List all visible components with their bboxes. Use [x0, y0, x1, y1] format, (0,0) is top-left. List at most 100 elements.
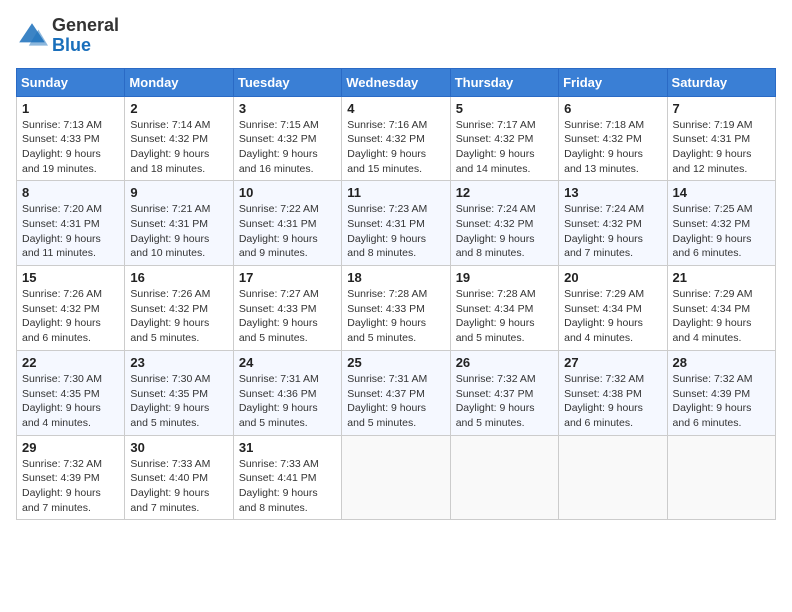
daylight: Daylight: 9 hours and 16 minutes. [239, 148, 318, 175]
sunset: Sunset: 4:35 PM [22, 388, 100, 400]
day-cell: 16 Sunrise: 7:26 AM Sunset: 4:32 PM Dayl… [125, 266, 233, 351]
day-info: Sunrise: 7:18 AM Sunset: 4:32 PM Dayligh… [564, 118, 661, 177]
day-info: Sunrise: 7:28 AM Sunset: 4:33 PM Dayligh… [347, 287, 444, 346]
day-number: 11 [347, 185, 444, 200]
sunrise: Sunrise: 7:17 AM [456, 119, 536, 131]
week-row-3: 15 Sunrise: 7:26 AM Sunset: 4:32 PM Dayl… [17, 266, 776, 351]
sunset: Sunset: 4:32 PM [22, 303, 100, 315]
daylight: Daylight: 9 hours and 6 minutes. [673, 402, 752, 429]
day-number: 27 [564, 355, 661, 370]
sunset: Sunset: 4:31 PM [673, 133, 751, 145]
daylight: Daylight: 9 hours and 5 minutes. [130, 402, 209, 429]
day-number: 13 [564, 185, 661, 200]
day-cell: 4 Sunrise: 7:16 AM Sunset: 4:32 PM Dayli… [342, 96, 450, 181]
sunset: Sunset: 4:38 PM [564, 388, 642, 400]
sunrise: Sunrise: 7:32 AM [22, 458, 102, 470]
sunset: Sunset: 4:31 PM [239, 218, 317, 230]
day-cell: 31 Sunrise: 7:33 AM Sunset: 4:41 PM Dayl… [233, 435, 341, 520]
header-sunday: Sunday [17, 68, 125, 96]
day-cell: 27 Sunrise: 7:32 AM Sunset: 4:38 PM Dayl… [559, 350, 667, 435]
day-cell: 26 Sunrise: 7:32 AM Sunset: 4:37 PM Dayl… [450, 350, 558, 435]
day-info: Sunrise: 7:24 AM Sunset: 4:32 PM Dayligh… [456, 202, 553, 261]
sunrise: Sunrise: 7:18 AM [564, 119, 644, 131]
sunset: Sunset: 4:33 PM [22, 133, 100, 145]
sunset: Sunset: 4:34 PM [456, 303, 534, 315]
daylight: Daylight: 9 hours and 5 minutes. [130, 317, 209, 344]
sunrise: Sunrise: 7:32 AM [673, 373, 753, 385]
day-cell: 13 Sunrise: 7:24 AM Sunset: 4:32 PM Dayl… [559, 181, 667, 266]
day-cell [450, 435, 558, 520]
sunset: Sunset: 4:36 PM [239, 388, 317, 400]
daylight: Daylight: 9 hours and 6 minutes. [22, 317, 101, 344]
day-info: Sunrise: 7:32 AM Sunset: 4:38 PM Dayligh… [564, 372, 661, 431]
calendar: SundayMondayTuesdayWednesdayThursdayFrid… [16, 68, 776, 521]
logo-general: General [52, 15, 119, 35]
day-number: 2 [130, 101, 227, 116]
day-number: 28 [673, 355, 770, 370]
sunset: Sunset: 4:32 PM [130, 303, 208, 315]
day-cell: 20 Sunrise: 7:29 AM Sunset: 4:34 PM Dayl… [559, 266, 667, 351]
sunrise: Sunrise: 7:31 AM [347, 373, 427, 385]
daylight: Daylight: 9 hours and 8 minutes. [347, 233, 426, 260]
daylight: Daylight: 9 hours and 5 minutes. [347, 402, 426, 429]
day-info: Sunrise: 7:24 AM Sunset: 4:32 PM Dayligh… [564, 202, 661, 261]
day-number: 19 [456, 270, 553, 285]
sunset: Sunset: 4:37 PM [347, 388, 425, 400]
logo-blue: Blue [52, 35, 91, 55]
day-info: Sunrise: 7:32 AM Sunset: 4:37 PM Dayligh… [456, 372, 553, 431]
daylight: Daylight: 9 hours and 14 minutes. [456, 148, 535, 175]
sunrise: Sunrise: 7:29 AM [673, 288, 753, 300]
day-info: Sunrise: 7:21 AM Sunset: 4:31 PM Dayligh… [130, 202, 227, 261]
sunrise: Sunrise: 7:31 AM [239, 373, 319, 385]
sunrise: Sunrise: 7:26 AM [130, 288, 210, 300]
day-cell: 21 Sunrise: 7:29 AM Sunset: 4:34 PM Dayl… [667, 266, 775, 351]
day-info: Sunrise: 7:16 AM Sunset: 4:32 PM Dayligh… [347, 118, 444, 177]
daylight: Daylight: 9 hours and 5 minutes. [456, 402, 535, 429]
day-cell: 5 Sunrise: 7:17 AM Sunset: 4:32 PM Dayli… [450, 96, 558, 181]
daylight: Daylight: 9 hours and 7 minutes. [564, 233, 643, 260]
day-cell: 28 Sunrise: 7:32 AM Sunset: 4:39 PM Dayl… [667, 350, 775, 435]
sunrise: Sunrise: 7:28 AM [456, 288, 536, 300]
logo: General Blue [16, 16, 119, 56]
day-cell: 22 Sunrise: 7:30 AM Sunset: 4:35 PM Dayl… [17, 350, 125, 435]
sunrise: Sunrise: 7:33 AM [130, 458, 210, 470]
sunrise: Sunrise: 7:15 AM [239, 119, 319, 131]
day-cell: 14 Sunrise: 7:25 AM Sunset: 4:32 PM Dayl… [667, 181, 775, 266]
day-cell [667, 435, 775, 520]
sunset: Sunset: 4:41 PM [239, 472, 317, 484]
daylight: Daylight: 9 hours and 11 minutes. [22, 233, 101, 260]
week-row-5: 29 Sunrise: 7:32 AM Sunset: 4:39 PM Dayl… [17, 435, 776, 520]
day-info: Sunrise: 7:26 AM Sunset: 4:32 PM Dayligh… [130, 287, 227, 346]
day-number: 10 [239, 185, 336, 200]
day-cell: 15 Sunrise: 7:26 AM Sunset: 4:32 PM Dayl… [17, 266, 125, 351]
daylight: Daylight: 9 hours and 12 minutes. [673, 148, 752, 175]
daylight: Daylight: 9 hours and 5 minutes. [456, 317, 535, 344]
daylight: Daylight: 9 hours and 19 minutes. [22, 148, 101, 175]
day-cell [559, 435, 667, 520]
day-info: Sunrise: 7:29 AM Sunset: 4:34 PM Dayligh… [564, 287, 661, 346]
day-number: 18 [347, 270, 444, 285]
header-tuesday: Tuesday [233, 68, 341, 96]
day-info: Sunrise: 7:25 AM Sunset: 4:32 PM Dayligh… [673, 202, 770, 261]
sunrise: Sunrise: 7:33 AM [239, 458, 319, 470]
day-info: Sunrise: 7:27 AM Sunset: 4:33 PM Dayligh… [239, 287, 336, 346]
day-info: Sunrise: 7:23 AM Sunset: 4:31 PM Dayligh… [347, 202, 444, 261]
week-row-4: 22 Sunrise: 7:30 AM Sunset: 4:35 PM Dayl… [17, 350, 776, 435]
day-info: Sunrise: 7:33 AM Sunset: 4:40 PM Dayligh… [130, 457, 227, 516]
day-cell: 23 Sunrise: 7:30 AM Sunset: 4:35 PM Dayl… [125, 350, 233, 435]
sunrise: Sunrise: 7:24 AM [456, 203, 536, 215]
sunrise: Sunrise: 7:26 AM [22, 288, 102, 300]
day-number: 17 [239, 270, 336, 285]
sunset: Sunset: 4:37 PM [456, 388, 534, 400]
day-info: Sunrise: 7:19 AM Sunset: 4:31 PM Dayligh… [673, 118, 770, 177]
day-cell: 9 Sunrise: 7:21 AM Sunset: 4:31 PM Dayli… [125, 181, 233, 266]
sunrise: Sunrise: 7:27 AM [239, 288, 319, 300]
day-cell: 12 Sunrise: 7:24 AM Sunset: 4:32 PM Dayl… [450, 181, 558, 266]
day-info: Sunrise: 7:17 AM Sunset: 4:32 PM Dayligh… [456, 118, 553, 177]
day-number: 1 [22, 101, 119, 116]
header-wednesday: Wednesday [342, 68, 450, 96]
day-number: 22 [22, 355, 119, 370]
sunset: Sunset: 4:32 PM [456, 218, 534, 230]
logo-icon [16, 20, 48, 52]
day-number: 31 [239, 440, 336, 455]
